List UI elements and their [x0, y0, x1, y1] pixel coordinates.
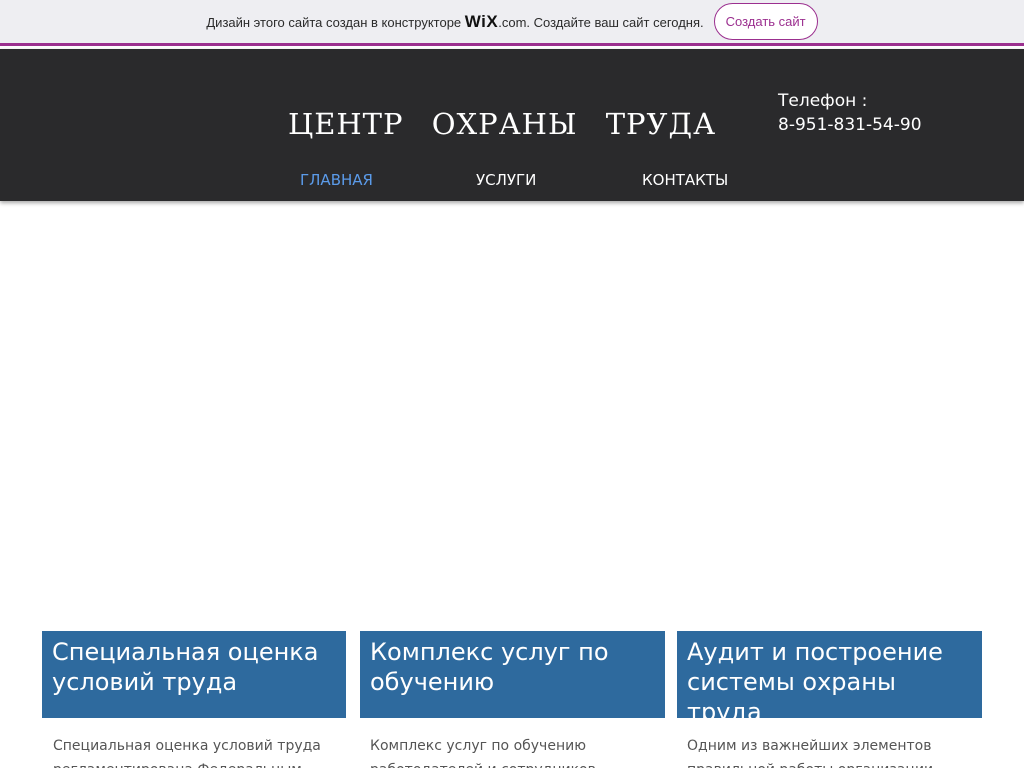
phone-number: 8-951-831-54-90 — [778, 115, 922, 135]
phone-label: Телефон : — [778, 91, 868, 111]
promo-text-after: . Создайте ваш сайт сегодня. — [526, 14, 704, 30]
card-title-assessment[interactable]: Специальная оценка условий труда — [42, 631, 346, 718]
nav-item-home[interactable]: ГЛАВНАЯ — [300, 171, 373, 189]
site-header: ЦЕНТР ОХРАНЫ ТРУДА Телефон : 8-951-831-5… — [0, 49, 1024, 201]
promo-text: Дизайн этого сайта создан в конструкторе… — [206, 12, 703, 32]
wix-domain: .com — [498, 14, 527, 30]
card-title-audit[interactable]: Аудит и построение системы охраны труда — [677, 631, 982, 726]
card-title-training[interactable]: Комплекс услуг по обучению — [360, 631, 665, 718]
card-text-assessment: Специальная оценка условий труда регламе… — [53, 738, 321, 768]
nav-item-services[interactable]: УСЛУГИ — [476, 171, 536, 189]
create-site-button[interactable]: Создать сайт — [713, 3, 818, 40]
wix-logo[interactable]: WiX — [465, 12, 498, 31]
wix-promo-banner: Дизайн этого сайта создан в конструкторе… — [0, 0, 1024, 46]
promo-text-before: Дизайн этого сайта создан в конструкторе — [206, 14, 465, 30]
card-text-audit: Одним из важнейших элементов правильной … — [687, 738, 938, 768]
nav-item-contacts[interactable]: КОНТАКТЫ — [642, 171, 728, 189]
card-text-training: Комплекс услуг по обучению работодателей… — [370, 738, 600, 768]
